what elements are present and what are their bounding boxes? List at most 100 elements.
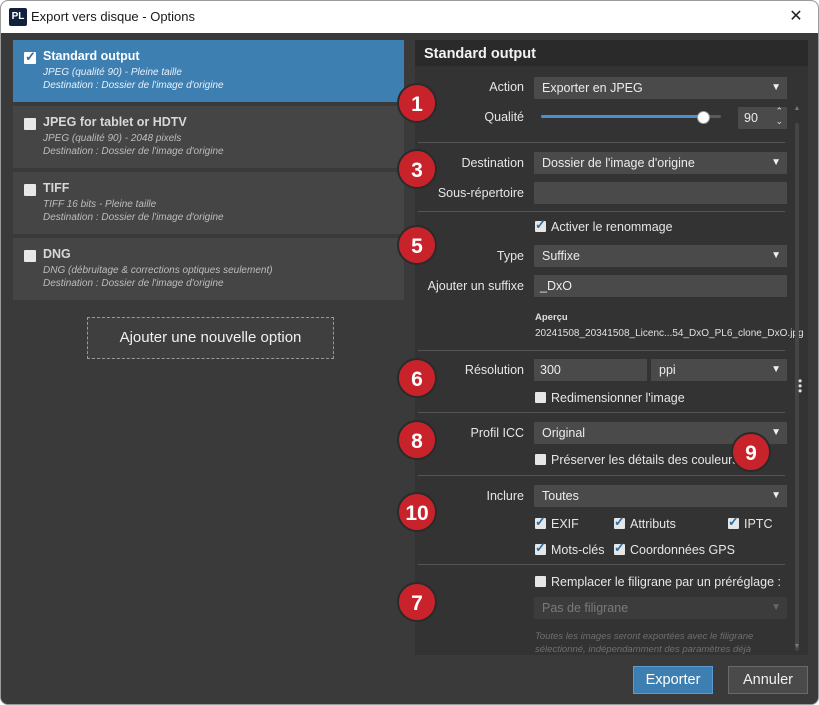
export-button[interactable]: Exporter bbox=[633, 666, 713, 694]
preset-item-dng[interactable]: DNG DNG (débruitage & corrections optiqu… bbox=[13, 238, 404, 302]
chevron-down-icon: ▼ bbox=[771, 250, 781, 261]
splitter-handle-icon[interactable]: • • • bbox=[798, 375, 802, 397]
gps-checkbox[interactable]: Coordonnées GPS bbox=[614, 540, 735, 558]
spin-arrows-icon[interactable]: ⌃ ⌄ bbox=[775, 106, 783, 126]
preset-checkbox[interactable] bbox=[24, 118, 36, 130]
title-bar: PL Export vers disque - Options ✕ bbox=[1, 1, 818, 33]
resolution-unit-value: ppi bbox=[659, 363, 676, 377]
preset-item-jpeg-tablet[interactable]: JPEG for tablet or HDTV JPEG (qualité 90… bbox=[13, 106, 404, 170]
resolution-input[interactable]: 300 bbox=[534, 359, 647, 381]
window-title: Export vers disque - Options bbox=[31, 9, 196, 24]
preset-destination-line: Destination : Dossier de l'image d'origi… bbox=[43, 278, 224, 289]
action-dropdown[interactable]: Exporter en JPEG ▼ bbox=[534, 77, 787, 99]
annotation-badge-10: 10 bbox=[397, 492, 437, 532]
checkbox-box[interactable] bbox=[614, 514, 625, 530]
exif-checkbox[interactable]: EXIF bbox=[535, 514, 579, 532]
chevron-down-icon: ▼ bbox=[771, 427, 781, 438]
annotation-badge-5: 5 bbox=[397, 225, 437, 265]
suffix-label: Ajouter un suffixe bbox=[427, 279, 524, 293]
checkbox-box[interactable] bbox=[535, 392, 546, 403]
annotation-badge-8: 8 bbox=[397, 420, 437, 460]
preview-filename: 20241508_20341508_Licenc...54_DxO_PL6_cl… bbox=[535, 328, 804, 339]
watermark-label: Remplacer le filigrane par un préréglage… bbox=[551, 575, 781, 589]
include-dropdown[interactable]: Toutes ▼ bbox=[534, 485, 787, 507]
subfolder-label: Sous-répertoire bbox=[437, 186, 524, 200]
preset-format-line: JPEG (qualité 90) - Pleine taille bbox=[43, 67, 182, 78]
preset-item-tiff[interactable]: TIFF TIFF 16 bits - Pleine taille Destin… bbox=[13, 172, 404, 236]
preset-title: TIFF bbox=[43, 181, 70, 195]
resize-checkbox[interactable]: Redimensionner l'image bbox=[535, 390, 685, 406]
scroll-up-icon[interactable]: ▲ bbox=[793, 105, 801, 115]
chevron-down-icon: ▼ bbox=[771, 364, 781, 375]
type-dropdown[interactable]: Suffixe ▼ bbox=[534, 245, 787, 267]
preset-format-line: TIFF 16 bits - Pleine taille bbox=[43, 199, 157, 210]
attributs-checkbox[interactable]: Attributs bbox=[614, 514, 676, 532]
annotation-badge-6: 6 bbox=[397, 358, 437, 398]
iptc-checkbox[interactable]: IPTC bbox=[728, 514, 773, 532]
checkbox-box[interactable] bbox=[535, 454, 546, 465]
destination-value: Dossier de l'image d'origine bbox=[542, 156, 695, 170]
settings-panel: Standard output Action Exporter en JPEG … bbox=[415, 40, 808, 655]
annotation-badge-1: 1 bbox=[397, 83, 437, 123]
spin-down-icon[interactable]: ⌄ bbox=[775, 116, 783, 126]
panel-title: Standard output bbox=[415, 40, 808, 66]
preset-destination-line: Destination : Dossier de l'image d'origi… bbox=[43, 80, 224, 91]
chevron-down-icon: ▼ bbox=[771, 82, 781, 93]
annotation-badge-7: 7 bbox=[397, 582, 437, 622]
preview-label: Aperçu bbox=[535, 312, 568, 323]
preset-destination-line: Destination : Dossier de l'image d'origi… bbox=[43, 212, 224, 223]
cancel-button[interactable]: Annuler bbox=[728, 666, 808, 694]
rename-checkbox[interactable]: Activer le renommage bbox=[535, 217, 673, 235]
quality-value: 90 bbox=[744, 111, 758, 125]
destination-dropdown[interactable]: Dossier de l'image d'origine ▼ bbox=[534, 152, 787, 174]
checkbox-box[interactable] bbox=[614, 540, 625, 556]
scroll-down-icon[interactable]: ▼ bbox=[793, 643, 801, 653]
iptc-label: IPTC bbox=[744, 517, 773, 531]
suffix-input[interactable]: _DxO bbox=[534, 275, 787, 297]
gps-label: Coordonnées GPS bbox=[630, 543, 735, 557]
checkbox-box[interactable] bbox=[535, 217, 546, 233]
chevron-down-icon: ▼ bbox=[771, 602, 781, 613]
checkbox-box[interactable] bbox=[535, 540, 546, 556]
chevron-down-icon: ▼ bbox=[771, 157, 781, 168]
exif-label: EXIF bbox=[551, 517, 579, 531]
preset-title: DNG bbox=[43, 247, 71, 261]
preset-checkbox[interactable] bbox=[24, 250, 36, 262]
preset-item-standard-output[interactable]: Standard output JPEG (qualité 90) - Plei… bbox=[13, 40, 404, 104]
checkbox-box[interactable] bbox=[535, 514, 546, 530]
icc-value: Original bbox=[542, 426, 586, 440]
preset-checkbox[interactable] bbox=[24, 49, 36, 65]
divider bbox=[418, 142, 785, 143]
app-logo-icon: PL bbox=[9, 8, 27, 26]
close-button[interactable]: ✕ bbox=[784, 5, 808, 29]
watermark-dropdown[interactable]: Pas de filigrane ▼ bbox=[534, 597, 787, 619]
watermark-checkbox[interactable]: Remplacer le filigrane par un préréglage… bbox=[535, 574, 781, 590]
preset-checkbox[interactable] bbox=[24, 184, 36, 196]
add-option-button[interactable]: Ajouter une nouvelle option bbox=[87, 317, 334, 359]
preserve-colors-label: Préserver les détails des couleurs bbox=[551, 453, 739, 467]
subfolder-input[interactable] bbox=[534, 182, 787, 204]
attributs-label: Attributs bbox=[630, 517, 676, 531]
preserve-colors-checkbox[interactable]: Préserver les détails des couleurs bbox=[535, 452, 739, 468]
checkbox-box[interactable] bbox=[728, 514, 739, 530]
watermark-value: Pas de filigrane bbox=[542, 601, 629, 615]
quality-spinbox[interactable]: 90 ⌃ ⌄ bbox=[738, 106, 787, 129]
keywords-label: Mots-clés bbox=[551, 543, 605, 557]
resolution-unit-dropdown[interactable]: ppi ▼ bbox=[651, 359, 787, 381]
slider-handle[interactable] bbox=[697, 111, 710, 124]
settings-scroll-area: Action Exporter en JPEG ▼ Qualité 90 ⌃ ⌄ bbox=[415, 66, 808, 655]
action-value: Exporter en JPEG bbox=[542, 81, 643, 95]
type-value: Suffixe bbox=[542, 249, 580, 263]
divider bbox=[418, 475, 785, 476]
spin-up-icon[interactable]: ⌃ bbox=[775, 106, 783, 116]
keywords-checkbox[interactable]: Mots-clés bbox=[535, 540, 605, 558]
divider bbox=[418, 211, 785, 212]
include-value: Toutes bbox=[542, 489, 579, 503]
checkbox-box[interactable] bbox=[535, 576, 546, 587]
preset-title: JPEG for tablet or HDTV bbox=[43, 115, 187, 129]
quality-slider[interactable] bbox=[541, 109, 721, 125]
preset-title: Standard output bbox=[43, 49, 140, 63]
chevron-down-icon: ▼ bbox=[771, 490, 781, 501]
export-options-dialog: PL Export vers disque - Options ✕ Standa… bbox=[0, 0, 819, 705]
resize-label: Redimensionner l'image bbox=[551, 391, 685, 405]
